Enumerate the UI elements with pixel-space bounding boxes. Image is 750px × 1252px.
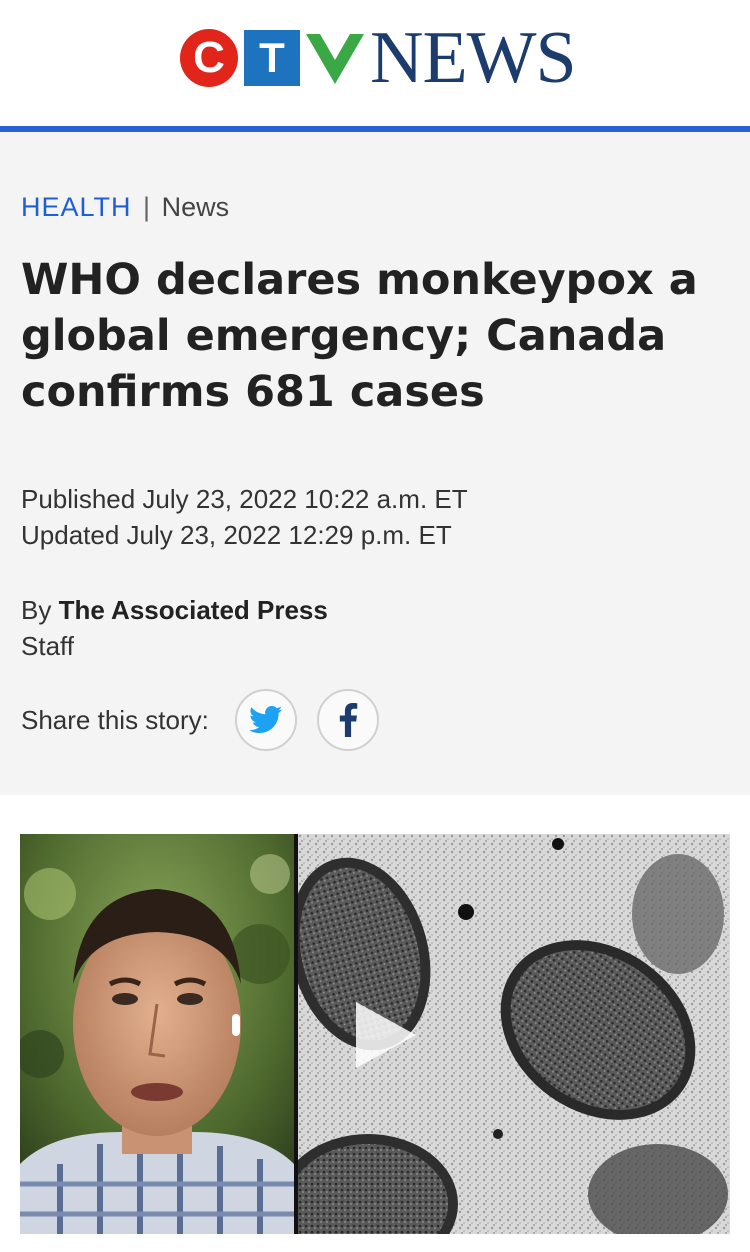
author-name[interactable]: The Associated Press: [59, 595, 328, 625]
subsection-label: News: [161, 192, 230, 222]
facebook-share-button[interactable]: [316, 689, 379, 751]
twitter-bird-icon: [248, 706, 283, 734]
logo-c-mark: C: [180, 29, 238, 87]
play-icon[interactable]: [350, 1000, 420, 1070]
logo-news-wordmark: NEWS: [370, 17, 577, 99]
byline-prefix: By: [21, 595, 52, 625]
facebook-f-icon: [339, 703, 358, 737]
breadcrumb-separator: |: [143, 192, 151, 222]
video-thumbnail-speaker: [20, 834, 294, 1234]
article-headline: WHO declares monkeypox a global emergenc…: [21, 255, 698, 417]
site-header: C T NEWS: [0, 0, 750, 132]
article-dates: Published July 23, 2022 10:22 a.m. ET Up…: [21, 481, 468, 553]
share-label: Share this story:: [21, 704, 209, 735]
byline: By The Associated Press Staff: [21, 592, 328, 664]
share-bar: Share this story:: [21, 688, 399, 752]
ctv-news-logo[interactable]: C T NEWS: [180, 17, 577, 99]
logo-t-mark: T: [244, 30, 300, 86]
section-link-health[interactable]: HEALTH: [21, 192, 132, 222]
twitter-share-button[interactable]: [234, 689, 297, 751]
author-role: Staff: [21, 631, 75, 661]
breadcrumb: HEALTH | News: [21, 192, 229, 223]
published-date: Published July 23, 2022 10:22 a.m. ET: [21, 484, 468, 514]
updated-date: Updated July 23, 2022 12:29 p.m. ET: [21, 520, 452, 550]
logo-v-mark: [306, 34, 364, 84]
video-player[interactable]: [20, 834, 730, 1234]
